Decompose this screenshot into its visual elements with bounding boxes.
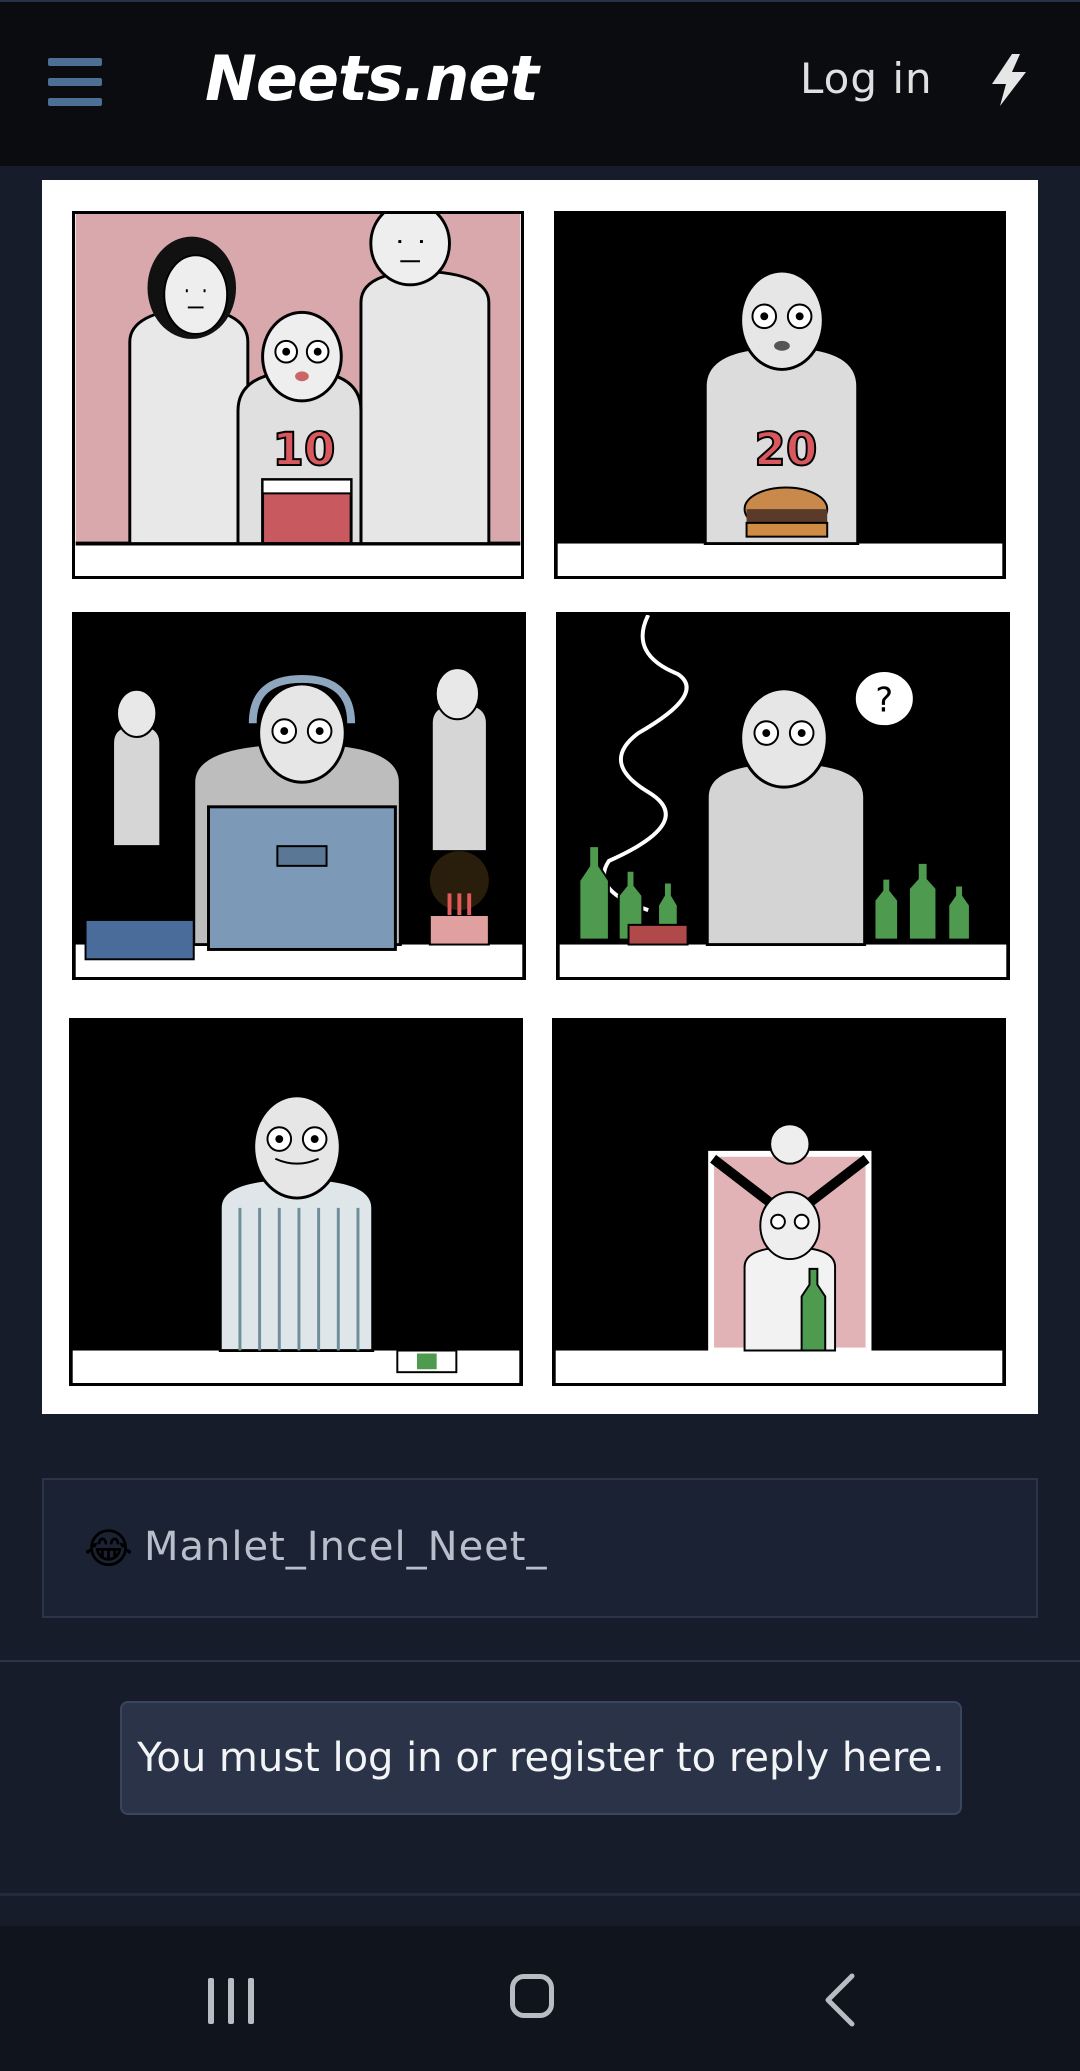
recent-apps-icon[interactable]	[208, 1978, 256, 2024]
reaction-bar[interactable]: 😂 Manlet_Incel_Neet_	[42, 1478, 1038, 1618]
comic-panel-birthday-10: 10	[72, 211, 524, 579]
section-divider	[0, 1660, 1080, 1662]
comic-panel-old-age	[69, 1018, 523, 1386]
cake-number-10: 10	[272, 423, 335, 476]
speech-bubble-text: ?	[875, 680, 893, 719]
hamburger-menu-icon[interactable]	[48, 58, 102, 106]
comic-panel-memorial	[552, 1018, 1006, 1386]
login-link[interactable]: Log in	[800, 54, 933, 103]
cake-number-20: 20	[754, 423, 817, 476]
reaction-username-link[interactable]: Manlet_Incel_Neet_	[144, 1524, 547, 1570]
footer-divider	[0, 1893, 1080, 1896]
site-logo[interactable]: Neets.net	[205, 42, 539, 115]
top-navigation-bar: Neets.net Log in	[0, 0, 1080, 166]
reply-login-notice[interactable]: You must log in or register to reply her…	[120, 1701, 962, 1815]
comic-panel-birthday-20: 20	[554, 211, 1006, 579]
back-icon[interactable]	[820, 1972, 860, 2028]
comic-panel-drinking: ?	[556, 612, 1010, 980]
system-navigation-bar	[0, 1926, 1080, 2071]
laughing-crying-emoji-icon: 😂	[84, 1524, 134, 1573]
comic-image: 10 20 ?	[42, 180, 1038, 1414]
comic-panel-computer	[72, 612, 526, 980]
home-icon[interactable]	[510, 1974, 554, 2018]
lightning-bolt-icon[interactable]	[990, 54, 1030, 106]
